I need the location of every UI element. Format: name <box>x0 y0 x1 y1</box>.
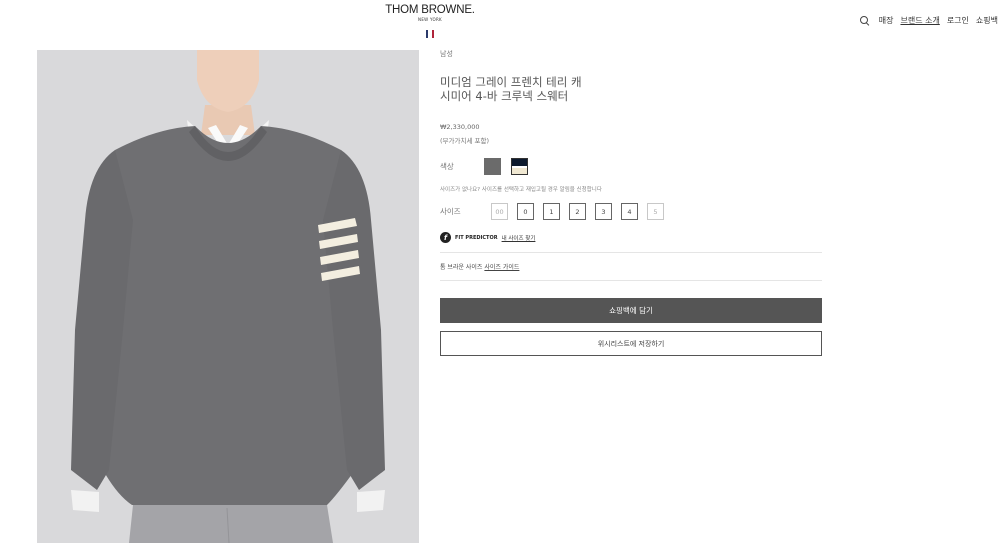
nav-brand-intro-link[interactable]: 브랜드 소개 <box>900 15 939 26</box>
divider <box>440 280 822 281</box>
size-label: 사이즈 <box>440 207 461 216</box>
product-category[interactable]: 남성 <box>440 49 822 59</box>
sweater-model-illustration <box>37 50 419 543</box>
search-icon[interactable] <box>859 15 870 26</box>
product-title-line-2: 시미어 4-바 크루넥 스웨터 <box>440 89 569 103</box>
divider <box>440 252 822 253</box>
size-guide-prefix: 톰 브라운 사이즈 <box>440 264 483 271</box>
top-nav: 매장 브랜드 소개 로그인 쇼핑백 <box>859 15 998 26</box>
fit-predictor: f FIT PREDICTOR 내 사이즈 찾기 <box>440 232 822 243</box>
size-option-3[interactable]: 3 <box>595 203 612 220</box>
color-swatch-navy[interactable] <box>511 157 528 175</box>
brand-logo[interactable]: THOM BROWNE. NEW YORK <box>0 4 860 42</box>
size-option-5[interactable]: 5 <box>647 203 664 220</box>
fit-predictor-title: FIT PREDICTOR <box>455 234 498 241</box>
size-option-2[interactable]: 2 <box>569 203 586 220</box>
color-selector: 색상 <box>440 157 822 175</box>
brand-subtitle: NEW YORK <box>418 17 442 22</box>
vat-note: (부가가치세 포함) <box>440 137 489 145</box>
product-title: 미디엄 그레이 프렌치 테리 캐 시미어 4-바 크루넥 스웨터 <box>440 75 822 103</box>
size-selector: 사이즈 00 0 1 2 3 4 5 <box>440 203 822 220</box>
tricolor-flag-icon <box>426 30 434 38</box>
size-option-4[interactable]: 4 <box>621 203 638 220</box>
flag-stripe-white <box>429 30 431 38</box>
product-title-line-1: 미디엄 그레이 프렌치 테리 캐 <box>440 75 582 89</box>
size-guide-row: 톰 브라운 사이즈 사이즈 가이드 <box>440 262 822 271</box>
add-to-bag-button[interactable]: 쇼핑백에 담기 <box>440 298 822 323</box>
product-image[interactable] <box>37 50 419 543</box>
fit-predictor-logo-icon: f <box>440 232 451 243</box>
save-to-wishlist-button[interactable]: 위시리스트에 저장하기 <box>440 331 822 356</box>
nav-login-link[interactable]: 로그인 <box>947 15 969 26</box>
flag-stripe-red <box>432 30 434 38</box>
size-option-0[interactable]: 0 <box>517 203 534 220</box>
size-guide-link[interactable]: 사이즈 가이드 <box>484 264 519 271</box>
brand-name: THOM BROWNE. <box>385 4 475 16</box>
color-swatch-medium-grey[interactable] <box>484 157 501 175</box>
flag-stripe-navy <box>426 30 428 38</box>
size-restock-note: 사이즈가 없나요? 사이즈를 선택하고 재입고될 경우 알림을 신청합니다 <box>440 187 602 193</box>
size-option-00[interactable]: 00 <box>491 203 508 220</box>
nav-shopping-bag-link[interactable]: 쇼핑백 <box>976 15 998 26</box>
product-price: ₩2,330,000 <box>440 123 480 131</box>
color-label: 색상 <box>440 161 454 171</box>
size-option-1[interactable]: 1 <box>543 203 560 220</box>
find-my-size-link[interactable]: 내 사이즈 찾기 <box>502 234 536 242</box>
nav-store-link[interactable]: 매장 <box>879 15 894 26</box>
product-info: 남성 미디엄 그레이 프렌치 테리 캐 시미어 4-바 크루넥 스웨터 ₩2,3… <box>440 49 822 356</box>
